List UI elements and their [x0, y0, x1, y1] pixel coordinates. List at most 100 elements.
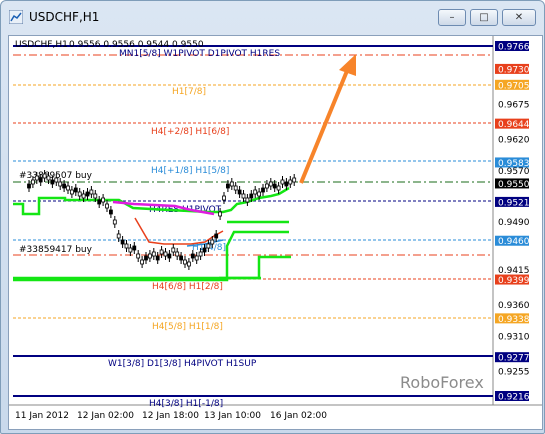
candle-body — [225, 183, 230, 189]
chart-window: USDCHF,H1 – □ ✕ MN1[5/8] W1PIVOT D1PIVOT… — [0, 0, 545, 434]
level-label-h4-28: H4[+2/8] H1[6/8] — [151, 127, 229, 137]
candle-body — [140, 259, 145, 265]
price-tag-8: 0.9550 — [498, 180, 530, 190]
candle-body — [253, 189, 258, 195]
candle-body — [179, 255, 184, 261]
order-label-2: #33859417 buy — [19, 245, 93, 255]
candle-body — [210, 239, 215, 245]
candle-body — [38, 177, 43, 183]
price-tag-17: 0.9277 — [498, 354, 530, 364]
level-label-h1-78: H1[7/8] — [172, 87, 206, 97]
price-scale: 0.9766 0.9730 0.9705 0.9675 0.9644 0.9620 0.95… — [495, 41, 530, 403]
candle-body — [237, 189, 242, 195]
candle-body — [128, 247, 133, 253]
time-label-1: 11 Jan 2012 — [15, 411, 69, 421]
candle-body — [155, 255, 160, 261]
candle-body — [241, 193, 246, 199]
candle-body — [34, 175, 39, 181]
minimize-icon: – — [449, 12, 455, 23]
candle-body — [112, 219, 117, 225]
candle-body — [261, 187, 265, 193]
candle-body — [222, 195, 226, 201]
candle-body — [116, 233, 121, 239]
time-label-3: 12 Jan 18:00 — [142, 411, 199, 421]
close-button[interactable]: ✕ — [502, 9, 536, 26]
candle-body — [58, 181, 63, 187]
candle-body — [70, 189, 74, 195]
candle-body — [198, 251, 203, 257]
candle-body — [50, 179, 55, 185]
candle-body — [93, 193, 98, 199]
candle-body — [229, 181, 234, 187]
candle-body — [136, 253, 141, 259]
candle-body — [101, 197, 105, 203]
chart-info-symbol: USDCHF,H1 — [15, 40, 68, 50]
candle-body — [288, 179, 293, 185]
price-tag-13: 0.9399 — [498, 276, 530, 286]
price-tag-12: 0.9415 — [498, 266, 530, 276]
candle-body — [233, 185, 238, 191]
price-tag-5: 0.9620 — [498, 135, 530, 145]
level-label-h4-58: H4[5/8] H1[1/8] — [152, 322, 223, 332]
candle-body — [147, 253, 152, 259]
title-bar[interactable]: USDCHF,H1 – □ ✕ — [1, 1, 544, 35]
candle-body — [280, 179, 285, 185]
price-tag-10: 0.9490 — [498, 218, 530, 228]
watermark: RoboForex — [400, 373, 484, 392]
candle-body — [268, 181, 273, 187]
price-tag-1: 0.9730 — [498, 65, 530, 75]
candle-body — [257, 191, 262, 197]
time-label-5: 16 Jan 02:00 — [270, 411, 327, 421]
candle-body — [85, 191, 90, 197]
close-icon: ✕ — [514, 12, 524, 23]
candle-body — [132, 245, 137, 251]
maximize-button[interactable]: □ — [470, 9, 498, 26]
candle-body — [245, 197, 250, 203]
level-label-mn1: MN1[5/8] W1PIVOT D1PIVOT H1RES — [119, 49, 280, 59]
candle-body — [109, 209, 113, 215]
candle-body — [159, 249, 164, 255]
candle-body — [284, 181, 289, 187]
candle-body — [66, 185, 70, 191]
candle-body — [171, 247, 176, 253]
window-title: USDCHF,H1 — [29, 10, 100, 24]
price-tag-0: 0.9766 — [498, 43, 530, 53]
level-label-h4-38: H4[3/8] H1[-1/8] — [149, 399, 223, 409]
green-indicator — [13, 186, 291, 282]
price-tag-14: 0.9360 — [498, 301, 530, 311]
minimize-button[interactable]: – — [438, 9, 466, 26]
candle-body — [77, 191, 82, 197]
candle-body — [89, 189, 94, 195]
price-tag-4: 0.9644 — [498, 120, 530, 130]
chart-svg: MN1[5/8] W1PIVOT D1PIVOT H1RES H1[7/8] H… — [9, 36, 542, 421]
candle-body — [30, 179, 35, 185]
candle-body — [46, 175, 51, 181]
price-tag-16: 0.9310 — [498, 333, 530, 343]
candle-body — [186, 261, 191, 267]
price-tag-19: 0.9216 — [498, 393, 530, 403]
price-tag-3: 0.9675 — [498, 100, 530, 110]
candle-body — [264, 183, 269, 189]
candle-body — [175, 251, 180, 257]
candle-body — [272, 183, 277, 189]
maximize-icon: □ — [479, 12, 489, 23]
candle-body — [194, 255, 199, 261]
price-tag-9: 0.9521 — [498, 198, 530, 208]
candle-body — [163, 251, 168, 257]
chart-info-ohlc: 0.9556 0.9556 0.9544 0.9550 — [69, 40, 204, 50]
candle-body — [151, 251, 156, 257]
chart-app-icon — [9, 10, 23, 24]
chart-canvas[interactable]: MN1[5/8] W1PIVOT D1PIVOT H1RES H1[7/8] H… — [8, 35, 543, 430]
candle-body — [27, 183, 31, 189]
candle-body — [54, 177, 59, 183]
candle-body — [183, 259, 187, 265]
candle-body — [249, 193, 254, 199]
candle-body — [276, 185, 281, 191]
price-tag-2: 0.9705 — [498, 81, 530, 91]
level-label-w1: W1[3/8] D1[3/8] H4PIVOT H1SUP — [108, 359, 257, 369]
price-tag-11: 0.9460 — [498, 237, 530, 247]
time-label-4: 13 Jan 10:00 — [204, 411, 261, 421]
candle-body — [120, 239, 125, 245]
candle-body — [206, 243, 211, 249]
candle-body — [73, 187, 78, 193]
